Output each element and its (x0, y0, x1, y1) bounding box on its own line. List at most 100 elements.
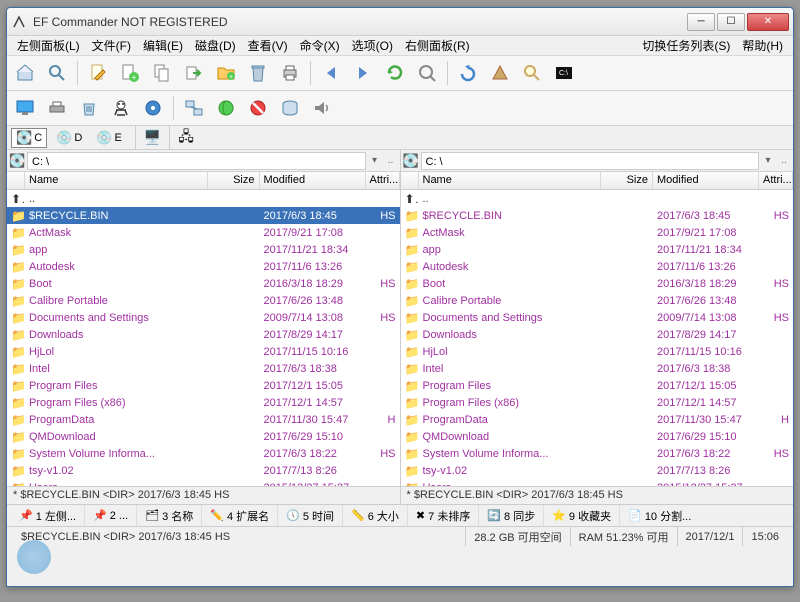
table-row[interactable]: 📁Intel2017/6/3 18:38 (7, 360, 400, 377)
up-button[interactable]: .. (384, 155, 398, 166)
funcbar-item[interactable]: 📏6 大小 (342, 505, 407, 526)
virus-icon[interactable] (107, 94, 135, 122)
table-row[interactable]: 📁System Volume Informa...2017/6/3 18:22H… (7, 445, 400, 462)
left-filelist[interactable]: Name Size Modified Attri... ⬆.. 📁$RECYCL… (7, 172, 400, 486)
drive-network-icon[interactable]: 🖥️ (144, 129, 161, 146)
col-name[interactable]: Name (25, 172, 208, 189)
home-icon[interactable] (11, 59, 39, 87)
up-row[interactable]: ⬆.. (401, 190, 794, 207)
table-row[interactable]: 📁ActMask2017/9/21 17:08 (401, 224, 794, 241)
new-doc-icon[interactable]: + (116, 59, 144, 87)
col-size[interactable]: Size (208, 172, 260, 189)
edit-icon[interactable] (84, 59, 112, 87)
minimize-button[interactable]: ─ (687, 13, 715, 31)
desktop-icon[interactable] (11, 94, 39, 122)
funcbar-item[interactable]: 📄10 分割... (619, 505, 699, 526)
col-modified[interactable]: Modified (260, 172, 366, 189)
table-row[interactable]: 📁Documents and Settings2009/7/14 13:08HS (401, 309, 794, 326)
disc-icon[interactable] (139, 94, 167, 122)
funcbar-item[interactable]: ✖7 未排序 (407, 505, 478, 526)
table-row[interactable]: 📁Calibre Portable2017/6/26 13:48 (401, 292, 794, 309)
printer2-icon[interactable] (43, 94, 71, 122)
drive-D[interactable]: 💿D (51, 128, 87, 148)
drive-share-icon[interactable]: 🖧 (178, 126, 194, 150)
table-row[interactable]: 📁$RECYCLE.BIN2017/6/3 18:45HS (401, 207, 794, 224)
col-name[interactable]: Name (419, 172, 602, 189)
table-row[interactable]: 📁Boot2016/3/18 18:29HS (401, 275, 794, 292)
table-row[interactable]: 📁Program Files (x86)2017/12/1 14:57 (401, 394, 794, 411)
table-row[interactable]: 📁Autodesk2017/11/6 13:26 (7, 258, 400, 275)
menu-item[interactable]: 选项(O) (346, 35, 399, 56)
up-row[interactable]: ⬆.. (7, 190, 400, 207)
table-row[interactable]: 📁QMDownload2017/6/29 15:10 (401, 428, 794, 445)
table-row[interactable]: 📁Users2015/12/27 15:27 (401, 479, 794, 486)
table-row[interactable]: 📁Program Files2017/12/1 15:05 (401, 377, 794, 394)
back-icon[interactable] (317, 59, 345, 87)
share-icon[interactable] (212, 94, 240, 122)
table-row[interactable]: 📁ProgramData2017/11/30 15:47H (401, 411, 794, 428)
funcbar-item[interactable]: ✏️4 扩展名 (201, 505, 277, 526)
table-row[interactable]: 📁tsy-v1.022017/7/13 8:26 (401, 462, 794, 479)
col-size[interactable]: Size (601, 172, 653, 189)
table-row[interactable]: 📁ActMask2017/9/21 17:08 (7, 224, 400, 241)
print-icon[interactable] (276, 59, 304, 87)
terminal-icon[interactable]: C:\ (550, 59, 578, 87)
table-row[interactable]: 📁app2017/11/21 18:34 (401, 241, 794, 258)
col-modified[interactable]: Modified (653, 172, 759, 189)
menu-item[interactable]: 切换任务列表(S) (636, 35, 736, 56)
table-row[interactable]: 📁Documents and Settings2009/7/14 13:08HS (7, 309, 400, 326)
table-row[interactable]: 📁HjLol2017/11/15 10:16 (401, 343, 794, 360)
col-attr[interactable]: Attri... (366, 172, 400, 189)
block-icon[interactable] (244, 94, 272, 122)
table-row[interactable]: 📁Downloads2017/8/29 14:17 (7, 326, 400, 343)
drive-E[interactable]: 💿E (91, 128, 127, 148)
menu-item[interactable]: 帮助(H) (736, 35, 789, 56)
refresh-icon[interactable] (381, 59, 409, 87)
menu-item[interactable]: 文件(F) (86, 35, 137, 56)
menu-item[interactable]: 命令(X) (294, 35, 346, 56)
pyramid-icon[interactable] (486, 59, 514, 87)
drive-icon[interactable] (276, 94, 304, 122)
table-row[interactable]: 📁ProgramData2017/11/30 15:47H (7, 411, 400, 428)
drive-c-icon[interactable]: 💽 (9, 153, 25, 169)
table-row[interactable]: 📁Boot2016/3/18 18:29HS (7, 275, 400, 292)
table-row[interactable]: 📁Program Files2017/12/1 15:05 (7, 377, 400, 394)
funcbar-item[interactable]: ⭐9 收藏夹 (543, 505, 619, 526)
history-button[interactable]: ▾ (761, 155, 775, 166)
recycle-icon[interactable] (75, 94, 103, 122)
table-row[interactable]: 📁Calibre Portable2017/6/26 13:48 (7, 292, 400, 309)
new-folder-icon[interactable]: + (212, 59, 240, 87)
undo-icon[interactable] (454, 59, 482, 87)
table-row[interactable]: 📁System Volume Informa...2017/6/3 18:22H… (401, 445, 794, 462)
find-icon[interactable] (518, 59, 546, 87)
table-row[interactable]: 📁QMDownload2017/6/29 15:10 (7, 428, 400, 445)
history-button[interactable]: ▾ (368, 155, 382, 166)
funcbar-item[interactable]: 🗂3 名称 (136, 505, 201, 526)
table-row[interactable]: 📁app2017/11/21 18:34 (7, 241, 400, 258)
table-row[interactable]: 📁$RECYCLE.BIN2017/6/3 18:45HS (7, 207, 400, 224)
left-path[interactable]: C: \ (27, 152, 366, 170)
drive-C[interactable]: 💽C (11, 128, 47, 148)
funcbar-item[interactable]: 📌2 ... (84, 505, 136, 526)
titlebar[interactable]: EF Commander NOT REGISTERED ─ ☐ ✕ (7, 8, 793, 36)
up-button[interactable]: .. (777, 155, 791, 166)
right-filelist[interactable]: Name Size Modified Attri... ⬆.. 📁$RECYCL… (401, 172, 794, 486)
table-row[interactable]: 📁Users2015/12/27 15:27 (7, 479, 400, 486)
zoom-icon[interactable] (413, 59, 441, 87)
table-row[interactable]: 📁tsy-v1.022017/7/13 8:26 (7, 462, 400, 479)
funcbar-item[interactable]: 🔄8 同步 (478, 505, 543, 526)
sound-icon[interactable] (308, 94, 336, 122)
maximize-button[interactable]: ☐ (717, 13, 745, 31)
delete-icon[interactable] (244, 59, 272, 87)
menu-item[interactable]: 右侧面板(R) (399, 35, 476, 56)
menu-item[interactable]: 磁盘(D) (189, 35, 242, 56)
forward-icon[interactable] (349, 59, 377, 87)
funcbar-item[interactable]: 🕔5 时间 (277, 505, 342, 526)
network-icon[interactable] (180, 94, 208, 122)
close-button[interactable]: ✕ (747, 13, 789, 31)
table-row[interactable]: 📁Intel2017/6/3 18:38 (401, 360, 794, 377)
move-icon[interactable] (180, 59, 208, 87)
col-attr[interactable]: Attri... (759, 172, 793, 189)
copy-icon[interactable] (148, 59, 176, 87)
table-row[interactable]: 📁Downloads2017/8/29 14:17 (401, 326, 794, 343)
